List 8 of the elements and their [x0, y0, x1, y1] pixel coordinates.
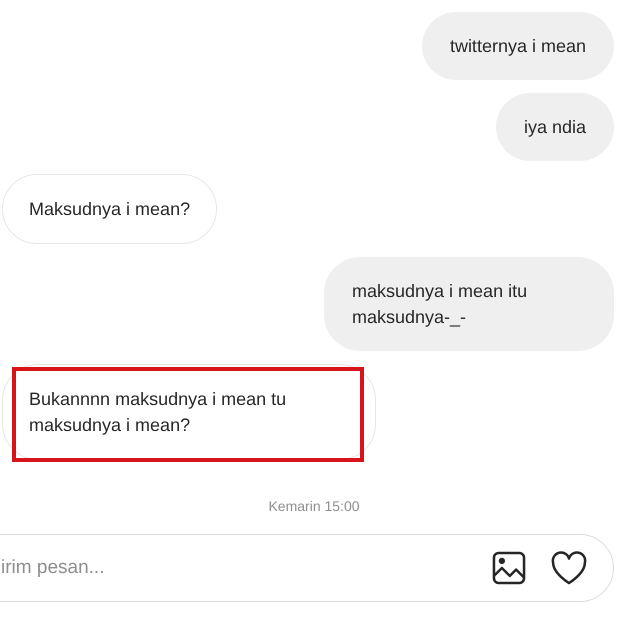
message-bubble: Bukannnn maksudnya i mean tu maksudnya i mean? [2, 364, 376, 460]
message-composer[interactable]: irim pesan... [0, 534, 614, 602]
message-input-field[interactable]: irim pesan... [1, 554, 489, 582]
timestamp: Kemarin 15:00 [268, 497, 360, 512]
message-bubble: iya ndia [496, 93, 614, 161]
message-bubble: twitternya i mean [422, 12, 614, 80]
message-bubble: Maksudnya i mean? [2, 174, 218, 244]
message-bubble: maksudnya i mean itu maksudnya-_- [324, 257, 614, 351]
